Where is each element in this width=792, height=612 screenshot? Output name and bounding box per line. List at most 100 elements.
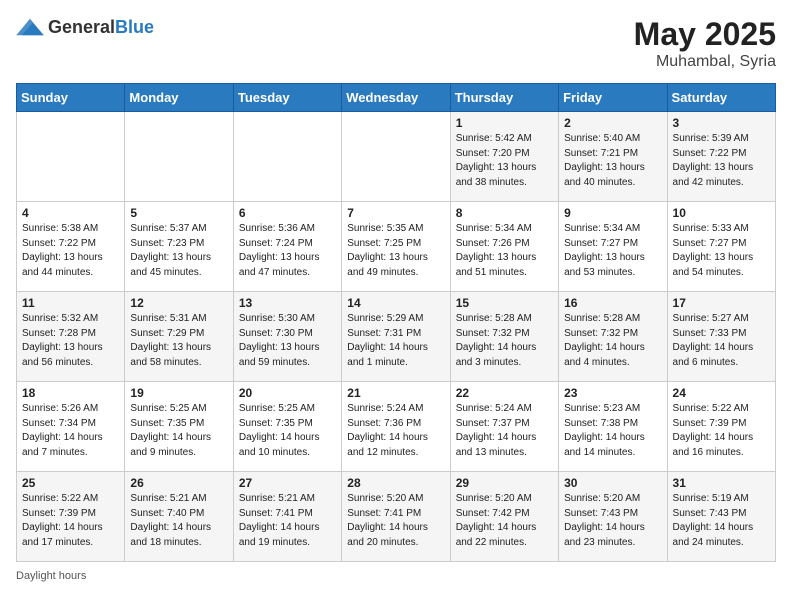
day-info: Sunrise: 5:25 AM Sunset: 7:35 PM Dayligh…	[130, 402, 227, 460]
day-number: 24	[673, 386, 770, 400]
calendar-cell: 3Sunrise: 5:39 AM Sunset: 7:22 PM Daylig…	[667, 112, 775, 202]
day-number: 4	[22, 206, 119, 220]
calendar-cell: 2Sunrise: 5:40 AM Sunset: 7:21 PM Daylig…	[559, 112, 667, 202]
day-number: 18	[22, 386, 119, 400]
day-number: 12	[130, 296, 227, 310]
day-number: 14	[347, 296, 444, 310]
day-info: Sunrise: 5:25 AM Sunset: 7:35 PM Dayligh…	[239, 402, 336, 460]
calendar-cell	[17, 112, 125, 202]
day-of-week-sunday: Sunday	[17, 84, 125, 112]
calendar-cell: 1Sunrise: 5:42 AM Sunset: 7:20 PM Daylig…	[450, 112, 558, 202]
day-info: Sunrise: 5:30 AM Sunset: 7:30 PM Dayligh…	[239, 312, 336, 370]
day-number: 31	[673, 476, 770, 490]
calendar-cell: 17 Sunrise: 5:27 AM Sunset: 7:33 PM Dayli…	[667, 292, 775, 382]
day-info: Sunrise: 5:22 AM Sunset: 7:39 PM Dayligh…	[22, 492, 119, 550]
location-subtitle: Muhambal, Syria	[634, 53, 776, 71]
day-number: 10	[673, 206, 770, 220]
day-info: Sunrise: 5:20 AM Sunset: 7:43 PM Dayligh…	[564, 492, 661, 550]
day-info: Sunrise: 5:19 AM Sunset: 7:43 PM Dayligh…	[673, 492, 770, 550]
day-info: Sunrise: 5:33 AM Sunset: 7:27 PM Dayligh…	[673, 222, 770, 280]
day-number: 17	[673, 296, 770, 310]
day-number: 9	[564, 206, 661, 220]
day-info: Sunrise: 5:36 AM Sunset: 7:24 PM Dayligh…	[239, 222, 336, 280]
day-of-week-tuesday: Tuesday	[233, 84, 341, 112]
title-block: May 2025 Muhambal, Syria	[634, 16, 776, 71]
calendar-cell: 7 Sunrise: 5:35 AM Sunset: 7:25 PM Daylig…	[342, 202, 450, 292]
calendar-cell: 5Sunrise: 5:37 AM Sunset: 7:23 PM Daylig…	[125, 202, 233, 292]
calendar-cell: 16 Sunrise: 5:28 AM Sunset: 7:32 PM Dayli…	[559, 292, 667, 382]
day-number: 19	[130, 386, 227, 400]
day-number: 23	[564, 386, 661, 400]
day-number: 5	[130, 206, 227, 220]
day-number: 28	[347, 476, 444, 490]
calendar-week-row: 4 Sunrise: 5:38 AM Sunset: 7:22 PM Daylig…	[17, 202, 776, 292]
calendar-cell: 23 Sunrise: 5:23 AM Sunset: 7:38 PM Dayli…	[559, 382, 667, 472]
calendar-cell: 19 Sunrise: 5:25 AM Sunset: 7:35 PM Dayli…	[125, 382, 233, 472]
month-year-title: May 2025	[634, 16, 776, 53]
daylight-hours-label: Daylight hours	[16, 570, 86, 582]
logo-general-text: General	[48, 17, 115, 37]
day-info: Sunrise: 5:22 AM Sunset: 7:39 PM Dayligh…	[673, 402, 770, 460]
calendar-cell: 4 Sunrise: 5:38 AM Sunset: 7:22 PM Daylig…	[17, 202, 125, 292]
day-info: Sunrise: 5:21 AM Sunset: 7:40 PM Dayligh…	[130, 492, 227, 550]
calendar-cell: 18 Sunrise: 5:26 AM Sunset: 7:34 PM Dayli…	[17, 382, 125, 472]
calendar-cell: 29Sunrise: 5:20 AM Sunset: 7:42 PM Dayli…	[450, 472, 558, 562]
day-info: Sunrise: 5:42 AM Sunset: 7:20 PM Dayligh…	[456, 132, 553, 190]
day-number: 15	[456, 296, 553, 310]
day-number: 7	[347, 206, 444, 220]
calendar-cell: 20Sunrise: 5:25 AM Sunset: 7:35 PM Dayli…	[233, 382, 341, 472]
logo-blue-text: Blue	[115, 17, 154, 37]
calendar-cell: 27 Sunrise: 5:21 AM Sunset: 7:41 PM Dayli…	[233, 472, 341, 562]
calendar-cell: 22Sunrise: 5:24 AM Sunset: 7:37 PM Dayli…	[450, 382, 558, 472]
day-info: Sunrise: 5:34 AM Sunset: 7:27 PM Dayligh…	[564, 222, 661, 280]
calendar-cell: 14 Sunrise: 5:29 AM Sunset: 7:31 PM Dayli…	[342, 292, 450, 382]
calendar-cell	[125, 112, 233, 202]
day-number: 3	[673, 116, 770, 130]
day-info: Sunrise: 5:20 AM Sunset: 7:41 PM Dayligh…	[347, 492, 444, 550]
day-info: Sunrise: 5:23 AM Sunset: 7:38 PM Dayligh…	[564, 402, 661, 460]
day-of-week-thursday: Thursday	[450, 84, 558, 112]
day-number: 21	[347, 386, 444, 400]
day-info: Sunrise: 5:38 AM Sunset: 7:22 PM Dayligh…	[22, 222, 119, 280]
day-info: Sunrise: 5:40 AM Sunset: 7:21 PM Dayligh…	[564, 132, 661, 190]
calendar-cell: 9 Sunrise: 5:34 AM Sunset: 7:27 PM Daylig…	[559, 202, 667, 292]
calendar-week-row: 18 Sunrise: 5:26 AM Sunset: 7:34 PM Dayli…	[17, 382, 776, 472]
calendar-body: 1Sunrise: 5:42 AM Sunset: 7:20 PM Daylig…	[17, 112, 776, 562]
day-of-week-header-row: SundayMondayTuesdayWednesdayThursdayFrid…	[17, 84, 776, 112]
footer-note: Daylight hours	[16, 570, 776, 582]
day-number: 27	[239, 476, 336, 490]
day-number: 16	[564, 296, 661, 310]
calendar-cell: 30 Sunrise: 5:20 AM Sunset: 7:43 PM Dayli…	[559, 472, 667, 562]
calendar-cell	[342, 112, 450, 202]
day-of-week-friday: Friday	[559, 84, 667, 112]
day-info: Sunrise: 5:34 AM Sunset: 7:26 PM Dayligh…	[456, 222, 553, 280]
calendar-cell: 6 Sunrise: 5:36 AM Sunset: 7:24 PM Daylig…	[233, 202, 341, 292]
calendar-cell: 28 Sunrise: 5:20 AM Sunset: 7:41 PM Dayli…	[342, 472, 450, 562]
day-of-week-monday: Monday	[125, 84, 233, 112]
calendar-cell: 25Sunrise: 5:22 AM Sunset: 7:39 PM Dayli…	[17, 472, 125, 562]
logo: GeneralBlue	[16, 16, 154, 38]
day-info: Sunrise: 5:28 AM Sunset: 7:32 PM Dayligh…	[456, 312, 553, 370]
calendar-cell: 21Sunrise: 5:24 AM Sunset: 7:36 PM Dayli…	[342, 382, 450, 472]
day-of-week-saturday: Saturday	[667, 84, 775, 112]
calendar-cell: 12 Sunrise: 5:31 AM Sunset: 7:29 PM Dayli…	[125, 292, 233, 382]
calendar-cell: 31 Sunrise: 5:19 AM Sunset: 7:43 PM Dayli…	[667, 472, 775, 562]
calendar-cell	[233, 112, 341, 202]
day-number: 6	[239, 206, 336, 220]
day-number: 29	[456, 476, 553, 490]
day-info: Sunrise: 5:35 AM Sunset: 7:25 PM Dayligh…	[347, 222, 444, 280]
page-header: GeneralBlue May 2025 Muhambal, Syria	[16, 16, 776, 71]
day-info: Sunrise: 5:28 AM Sunset: 7:32 PM Dayligh…	[564, 312, 661, 370]
day-info: Sunrise: 5:27 AM Sunset: 7:33 PM Dayligh…	[673, 312, 770, 370]
day-info: Sunrise: 5:29 AM Sunset: 7:31 PM Dayligh…	[347, 312, 444, 370]
calendar-cell: 8 Sunrise: 5:34 AM Sunset: 7:26 PM Daylig…	[450, 202, 558, 292]
day-info: Sunrise: 5:21 AM Sunset: 7:41 PM Dayligh…	[239, 492, 336, 550]
calendar-cell: 13Sunrise: 5:30 AM Sunset: 7:30 PM Dayli…	[233, 292, 341, 382]
calendar-cell: 24 Sunrise: 5:22 AM Sunset: 7:39 PM Dayli…	[667, 382, 775, 472]
calendar-week-row: 1Sunrise: 5:42 AM Sunset: 7:20 PM Daylig…	[17, 112, 776, 202]
day-number: 8	[456, 206, 553, 220]
day-number: 22	[456, 386, 553, 400]
day-number: 30	[564, 476, 661, 490]
day-info: Sunrise: 5:31 AM Sunset: 7:29 PM Dayligh…	[130, 312, 227, 370]
day-info: Sunrise: 5:26 AM Sunset: 7:34 PM Dayligh…	[22, 402, 119, 460]
